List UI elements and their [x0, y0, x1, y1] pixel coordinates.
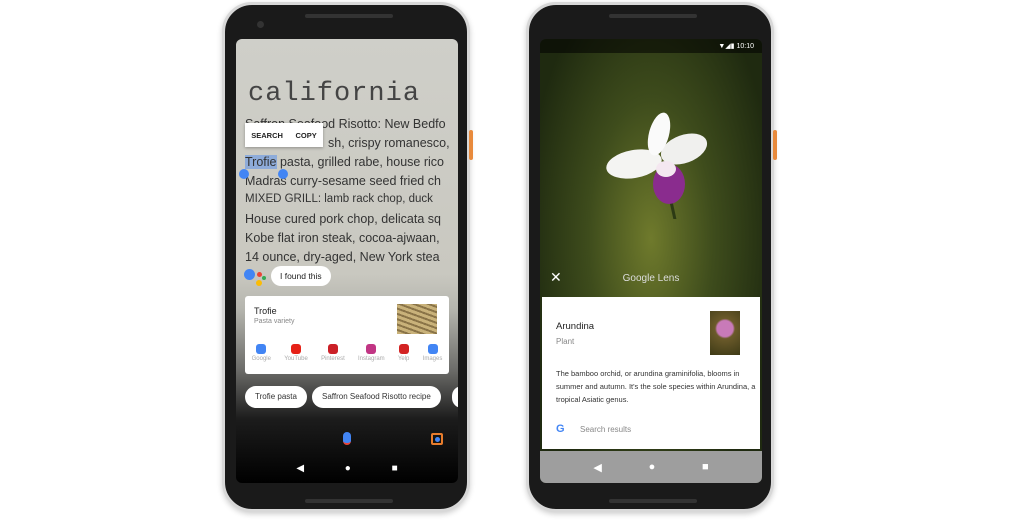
menu-line: MIXED GRILL: lamb rack chop, duck	[245, 193, 433, 205]
phone-right: ▼◢▮ 10:10 ✕ Google Lens Arundina Plant T…	[526, 2, 777, 512]
app-label: YouTube	[284, 356, 308, 362]
orchid-photo	[606, 112, 708, 219]
assistant-bubble: I found this	[271, 266, 331, 286]
copy-button[interactable]: COPY	[295, 131, 316, 140]
yelp-icon	[398, 344, 409, 354]
app-shortcut[interactable]: Yelp	[398, 344, 409, 362]
selection-menu: SEARCH COPY	[245, 123, 323, 147]
speaker	[305, 14, 393, 18]
microphone-icon[interactable]	[343, 432, 351, 445]
camera	[257, 21, 264, 28]
assistant-logo-icon	[244, 267, 268, 289]
screen-assistant: california Saffron Seafood Risotto: New …	[236, 39, 458, 483]
pinterest-icon	[327, 344, 338, 354]
app-label: Google	[251, 356, 271, 362]
status-bar: ▼◢▮ 10:10	[540, 39, 762, 53]
app-shortcut[interactable]: YouTube	[284, 344, 308, 362]
app-title: Google Lens	[622, 273, 680, 284]
google-icon	[256, 344, 267, 354]
recents-icon[interactable]: ■	[702, 461, 709, 473]
phone-left: california Saffron Seafood Risotto: New …	[222, 2, 473, 512]
menu-line: sh, crispy romanesco,	[328, 136, 450, 150]
app-label: Images	[422, 356, 443, 362]
selection-handle-start[interactable]	[239, 169, 249, 179]
menu-line: Kobe flat iron steak, cocoa-ajwaan,	[245, 231, 440, 245]
home-icon[interactable]: ●	[649, 461, 656, 473]
app-label: Pinterest	[321, 356, 345, 362]
speaker-bottom	[305, 499, 393, 503]
speaker-bottom	[609, 499, 697, 503]
menu-line: Madras curry-sesame seed fried ch	[245, 174, 441, 188]
power-button	[469, 130, 473, 160]
menu-line: 14 ounce, dry-aged, New York stea	[245, 250, 440, 264]
app-shortcut[interactable]: Pinterest	[321, 344, 345, 362]
screen-lens: ▼◢▮ 10:10 ✕ Google Lens Arundina Plant T…	[540, 39, 762, 483]
home-icon[interactable]: ●	[345, 463, 351, 474]
nav-bar: ◀ ● ■	[540, 451, 762, 483]
back-icon[interactable]: ◀	[593, 461, 601, 474]
app-shortcut[interactable]: Images	[422, 344, 443, 362]
search-button[interactable]: SEARCH	[251, 131, 283, 140]
status-time: 10:10	[736, 43, 754, 50]
youtube-icon	[291, 344, 302, 354]
menu-line: pasta, grilled rabe, house rico	[279, 155, 444, 169]
lens-icon[interactable]	[431, 433, 443, 445]
google-icon: G	[556, 423, 565, 435]
speaker	[609, 14, 697, 18]
result-card[interactable]: Trofie Pasta variety Google YouTube Pinter…	[245, 296, 449, 374]
power-button	[773, 130, 777, 160]
orchid-thumbnail	[710, 311, 740, 355]
selected-word[interactable]: Trofie	[245, 155, 277, 169]
suggestion-chip[interactable]: Trofie pasta	[245, 386, 307, 408]
app-shortcut[interactable]: Instagram	[358, 344, 385, 362]
suggestion-chip-more[interactable]	[452, 386, 458, 408]
result-title: Trofie	[254, 306, 277, 316]
document-title: california	[248, 79, 421, 109]
search-results-link[interactable]: Search results	[580, 425, 631, 434]
result-subtitle: Plant	[556, 337, 575, 346]
app-label: Yelp	[397, 356, 410, 362]
instagram-icon	[366, 344, 377, 354]
app-shortcut[interactable]: Google	[252, 344, 271, 362]
selection-handle-end[interactable]	[278, 169, 288, 179]
back-icon[interactable]: ◀	[296, 463, 304, 474]
menu-line: House cured pork chop, delicata sq	[245, 212, 441, 226]
images-icon	[427, 344, 438, 354]
nav-bar: ◀ ● ■	[236, 453, 458, 483]
result-description: The bamboo orchid, or arundina graminifo…	[556, 369, 756, 404]
recents-icon[interactable]: ■	[392, 463, 398, 474]
result-subtitle: Pasta variety	[254, 318, 295, 325]
app-label: Instagram	[358, 356, 385, 362]
pasta-thumbnail	[397, 304, 437, 334]
result-card[interactable]: Arundina Plant The bamboo orchid, or aru…	[542, 297, 760, 449]
suggestion-chip[interactable]: Saffron Seafood Risotto recipe	[312, 386, 441, 408]
result-title: Arundina	[556, 321, 595, 332]
